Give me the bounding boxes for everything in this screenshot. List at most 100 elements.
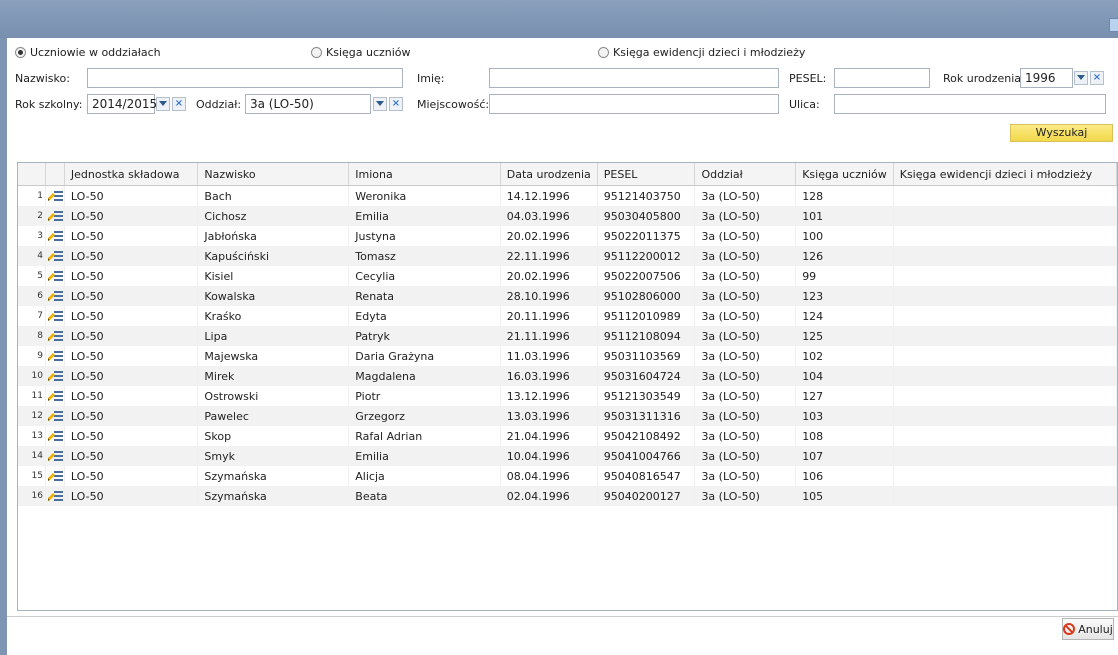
oddzial-select[interactable]: 3a (LO-50) xyxy=(245,94,371,114)
cell-imiona: Rafal Adrian xyxy=(348,426,501,446)
row-edit-cell[interactable] xyxy=(45,185,65,206)
cell-ksiega: 123 xyxy=(795,286,894,306)
table-row[interactable]: 1 LO-50 Bach Weronika 14.12.1996 95121403750 3… xyxy=(18,185,1117,206)
table-row[interactable]: 2 LO-50 Cichosz Emilia 04.03.1996 95030405800… xyxy=(18,206,1117,226)
cell-ewidencja xyxy=(893,426,1117,446)
cell-data: 16.03.1996 xyxy=(500,366,598,386)
table-row[interactable]: 9 LO-50 Majewska Daria Grażyna 11.03.1996 950… xyxy=(18,346,1117,366)
row-edit-cell[interactable] xyxy=(45,406,65,426)
row-edit-cell[interactable] xyxy=(45,346,65,366)
radio-ksiega-uczniow[interactable]: Księga uczniów xyxy=(311,46,411,59)
table-row[interactable]: 3 LO-50 Jabłońska Justyna 20.02.1996 95022011… xyxy=(18,226,1117,246)
table-row[interactable]: 7 LO-50 Kraśko Edyta 20.11.1996 95112010989 3a… xyxy=(18,306,1117,326)
row-edit-cell[interactable] xyxy=(45,306,65,326)
row-edit-cell[interactable] xyxy=(45,206,65,226)
table-row[interactable]: 15 LO-50 Szymańska Alicja 08.04.1996 95040816… xyxy=(18,466,1117,486)
row-edit-cell[interactable] xyxy=(45,366,65,386)
cell-oddzial: 3a (LO-50) xyxy=(694,326,797,346)
ulica-input[interactable] xyxy=(834,94,1106,114)
edit-list-icon[interactable] xyxy=(47,330,64,343)
table-row[interactable]: 6 LO-50 Kowalska Renata 28.10.1996 9510280600… xyxy=(18,286,1117,306)
table-row[interactable]: 11 LO-50 Ostrowski Piotr 13.12.1996 951213035… xyxy=(18,386,1117,406)
row-edit-cell[interactable] xyxy=(45,446,65,466)
table-row[interactable]: 10 LO-50 Mirek Magdalena 16.03.1996 950316047… xyxy=(18,366,1117,386)
edit-list-icon[interactable] xyxy=(47,270,64,283)
radio-dot[interactable] xyxy=(15,47,26,58)
rok-szkolny-dropdown-icon[interactable] xyxy=(156,97,170,111)
header-ksiega-ewidencji[interactable]: Księga ewidencji dzieci i młodzieży xyxy=(893,163,1117,186)
radio-uczniowie-w-oddzialach[interactable]: Uczniowie w oddziałach xyxy=(15,46,161,59)
radio-dot[interactable] xyxy=(311,47,322,58)
cell-oddzial: 3a (LO-50) xyxy=(694,206,797,226)
row-edit-cell[interactable] xyxy=(45,226,65,246)
edit-list-icon[interactable] xyxy=(47,290,64,303)
table-row[interactable]: 12 LO-50 Pawelec Grzegorz 13.03.1996 95031311… xyxy=(18,406,1117,426)
table-row[interactable]: 16 LO-50 Szymańska Beata 02.04.1996 950402001… xyxy=(18,486,1117,506)
row-edit-cell[interactable] xyxy=(45,466,65,486)
row-edit-cell[interactable] xyxy=(45,266,65,286)
edit-list-icon[interactable] xyxy=(47,230,64,243)
cell-imiona: Cecylia xyxy=(348,266,501,286)
cell-nazwisko: Lipa xyxy=(197,326,350,346)
edit-list-icon[interactable] xyxy=(47,450,64,463)
row-edit-cell[interactable] xyxy=(45,486,65,506)
miejscowosc-label: Miejscowość: xyxy=(417,98,490,111)
cell-ksiega: 126 xyxy=(795,246,894,266)
miejscowosc-input[interactable] xyxy=(489,94,779,114)
oddzial-clear-icon[interactable]: × xyxy=(389,97,403,111)
window-corner-button[interactable] xyxy=(1109,18,1118,32)
oddzial-label: Oddział: xyxy=(196,98,242,111)
edit-list-icon[interactable] xyxy=(47,210,64,223)
edit-list-icon[interactable] xyxy=(47,370,64,383)
row-edit-cell[interactable] xyxy=(45,386,65,406)
table-row[interactable]: 5 LO-50 Kisiel Cecylia 20.02.1996 95022007506… xyxy=(18,266,1117,286)
radio-ksiega-ewidencji[interactable]: Księga ewidencji dzieci i młodzieży xyxy=(598,46,805,59)
imie-input[interactable] xyxy=(489,68,779,88)
edit-list-icon[interactable] xyxy=(47,490,64,503)
edit-list-icon[interactable] xyxy=(47,390,64,403)
table-row[interactable]: 8 LO-50 Lipa Patryk 21.11.1996 95112108094 3a … xyxy=(18,326,1117,346)
header-jednostka[interactable]: Jednostka składowa xyxy=(64,163,199,186)
header-oddzial[interactable]: Oddział xyxy=(694,163,797,186)
row-edit-cell[interactable] xyxy=(45,246,65,266)
header-imiona[interactable]: Imiona xyxy=(348,163,501,186)
header-data-urodzenia[interactable]: Data urodzenia xyxy=(500,163,598,186)
row-edit-cell[interactable] xyxy=(45,286,65,306)
results-grid: Jednostka składowa Nazwisko Imiona Data … xyxy=(17,162,1118,611)
row-edit-cell[interactable] xyxy=(45,426,65,446)
header-pesel[interactable]: PESEL xyxy=(597,163,696,186)
row-number: 4 xyxy=(18,246,46,266)
nazwisko-input[interactable] xyxy=(87,68,403,88)
rok-urodzenia-dropdown-icon[interactable] xyxy=(1074,71,1088,85)
edit-list-icon[interactable] xyxy=(47,470,64,483)
table-row[interactable]: 13 LO-50 Skop Rafal Adrian 21.04.1996 9504210… xyxy=(18,426,1117,446)
cell-nazwisko: Kisiel xyxy=(197,266,350,286)
cell-jednostka: LO-50 xyxy=(64,446,199,466)
rok-urodzenia-clear-icon[interactable]: × xyxy=(1090,71,1104,85)
edit-list-icon[interactable] xyxy=(47,190,64,203)
row-number: 12 xyxy=(18,406,46,426)
table-row[interactable]: 14 LO-50 Smyk Emilia 10.04.1996 95041004766 3a… xyxy=(18,446,1117,466)
header-nazwisko[interactable]: Nazwisko xyxy=(197,163,350,186)
cell-jednostka: LO-50 xyxy=(64,386,199,406)
rok-szkolny-select[interactable]: 2014/2015 xyxy=(87,94,157,114)
rok-szkolny-clear-icon[interactable]: × xyxy=(172,97,186,111)
rok-urodzenia-select[interactable]: 1996 xyxy=(1020,68,1073,88)
edit-list-icon[interactable] xyxy=(47,250,64,263)
edit-list-icon[interactable] xyxy=(47,410,64,423)
edit-list-icon[interactable] xyxy=(47,430,64,443)
search-button[interactable]: Wyszukaj xyxy=(1010,124,1113,142)
edit-list-icon[interactable] xyxy=(47,350,64,363)
table-row[interactable]: 4 LO-50 Kapuściński Tomasz 22.11.1996 9511220… xyxy=(18,246,1117,266)
radio-dot[interactable] xyxy=(598,47,609,58)
cell-data: 14.12.1996 xyxy=(500,185,598,206)
cell-ewidencja xyxy=(893,206,1117,226)
edit-list-icon[interactable] xyxy=(47,310,64,323)
cell-ewidencja xyxy=(893,306,1117,326)
cancel-button[interactable]: Anuluj xyxy=(1062,618,1114,640)
oddzial-dropdown-icon[interactable] xyxy=(373,97,387,111)
header-ksiega-uczniow[interactable]: Księga uczniów xyxy=(795,163,894,186)
cell-ewidencja xyxy=(893,346,1117,366)
row-edit-cell[interactable] xyxy=(45,326,65,346)
pesel-input[interactable] xyxy=(834,68,930,88)
